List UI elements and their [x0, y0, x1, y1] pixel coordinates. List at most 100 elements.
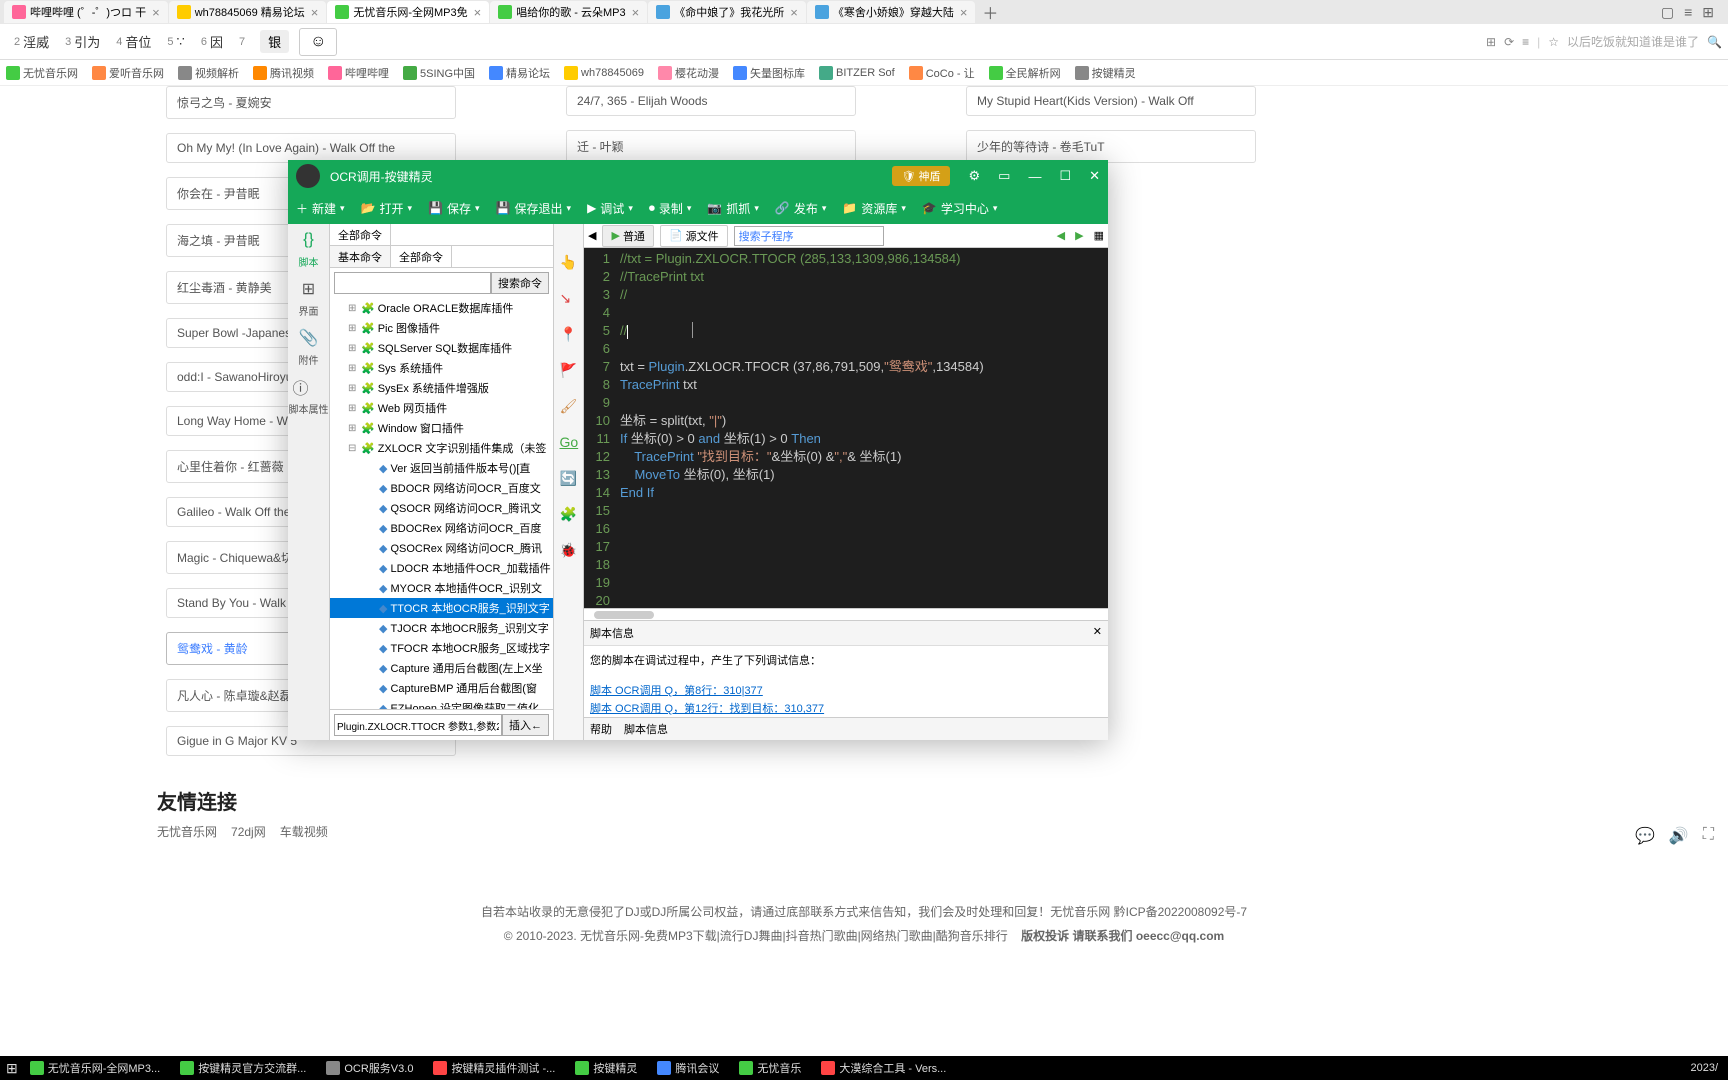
ide-menu-item[interactable]: 🎓学习中心▾ — [922, 200, 998, 217]
tree-item[interactable]: ◆EZHopen 设定图像获取二值化 — [330, 698, 553, 709]
ide-side-tab[interactable]: ⊞界面 — [297, 277, 321, 318]
search-placeholder[interactable]: 以后吃饭就知道谁是谁了 — [1567, 33, 1699, 50]
browser-tab[interactable]: wh78845069 精易论坛× — [169, 1, 327, 23]
bookmark-item[interactable]: 爱听音乐网 — [92, 65, 164, 81]
expand-icon[interactable]: ⛶ — [1703, 826, 1714, 846]
ime-candidate[interactable]: 4音位 — [108, 28, 159, 55]
friend-link[interactable]: 车载视频 — [280, 823, 328, 840]
song-item[interactable]: My Stupid Heart(Kids Version) - Walk Off — [966, 86, 1256, 116]
bookmark-item[interactable]: 腾讯视频 — [253, 65, 314, 81]
window-control-icon[interactable]: ▢ — [1661, 4, 1674, 21]
clock[interactable]: 2023/ — [1690, 1062, 1722, 1074]
cycle-icon[interactable]: 🔄 — [560, 470, 578, 488]
tree-item[interactable]: ◆TFOCR 本地OCR服务_区域找字 — [330, 638, 553, 658]
tab-basic-commands[interactable]: 基本命令 — [330, 246, 391, 267]
taskbar-item[interactable]: OCR服务V3.0 — [316, 1058, 423, 1078]
tree-item[interactable]: ◆TJOCR 本地OCR服务_识别文字 — [330, 618, 553, 638]
bookmark-item[interactable]: 按键精灵 — [1075, 65, 1136, 81]
browser-tab[interactable]: 《寒舍小娇娘》穿越大陆× — [807, 1, 976, 23]
song-item[interactable]: 少年的等待诗 - 卷毛TuT — [966, 130, 1256, 163]
avatar[interactable] — [296, 164, 320, 188]
song-item[interactable]: 惊弓之鸟 - 夏婉安 — [166, 86, 456, 119]
ime-candidate[interactable]: 5∵ — [159, 28, 192, 55]
bookmark-item[interactable]: CoCo - 让 — [909, 65, 975, 81]
menu-icon[interactable]: ≡ — [1522, 35, 1529, 49]
insert-command-input[interactable] — [334, 714, 502, 736]
friend-link[interactable]: 无忧音乐网 — [157, 823, 217, 840]
browser-tab[interactable]: 无忧音乐网-全网MP3免× — [327, 1, 489, 23]
tree-item[interactable]: ◆MYOCR 本地插件OCR_识别文 — [330, 578, 553, 598]
ide-menu-item[interactable]: 💾保存▾ — [428, 200, 480, 217]
brush-icon[interactable]: 🖌 — [560, 398, 578, 416]
shield-badge[interactable]: 🛡 神盾 — [892, 166, 951, 186]
refresh-icon[interactable]: ⟳ — [1504, 35, 1514, 49]
tree-item[interactable]: ◆Capture 通用后台截图(左上X坐 — [330, 658, 553, 678]
browser-tab[interactable]: 唱给你的歌 - 云朵MP3× — [490, 1, 647, 23]
taskbar-item[interactable]: 大漠综合工具 - Vers... — [811, 1058, 956, 1078]
debug-link[interactable]: 脚本 OCR调用 Q，第8行：310|377 — [590, 682, 1102, 698]
tab-close-icon[interactable]: × — [311, 5, 319, 20]
nav-prev-icon[interactable]: ◀ — [1057, 229, 1065, 242]
puzzle-icon[interactable]: 🧩 — [560, 506, 578, 524]
bookmark-item[interactable]: 矢量图标库 — [733, 65, 805, 81]
tree-item[interactable]: ◆CaptureBMP 通用后台截图(窗 — [330, 678, 553, 698]
bookmark-item[interactable]: 视频解析 — [178, 65, 239, 81]
tree-item[interactable]: ⊞🧩SQLServer SQL数据库插件 — [330, 338, 553, 358]
flag-icon[interactable]: 🚩 — [560, 362, 578, 380]
menu-icon[interactable]: ≡ — [1684, 4, 1692, 21]
taskbar-item[interactable]: 无忧音乐网-全网MP3... — [20, 1058, 170, 1078]
ime-candidate[interactable]: 7 — [231, 28, 256, 55]
tree-item[interactable]: ⊞🧩Pic 图像插件 — [330, 318, 553, 338]
tab-close-icon[interactable]: × — [960, 5, 968, 20]
search-icon[interactable]: 🔍 — [1707, 35, 1722, 49]
emoji-button[interactable]: ☺ — [299, 28, 337, 56]
minimize-button[interactable]: — — [1028, 169, 1041, 184]
ide-side-tab[interactable]: 📎附件 — [297, 326, 321, 367]
tree-item[interactable]: ◆LDOCR 本地插件OCR_加载插件 — [330, 558, 553, 578]
tab-normal[interactable]: ▶普通 — [602, 225, 653, 247]
maximize-button[interactable]: ☐ — [1059, 168, 1071, 184]
tab-close-icon[interactable]: × — [152, 5, 160, 20]
new-tab-button[interactable]: ＋ — [976, 0, 1004, 24]
chat-icon[interactable]: 💬 — [1635, 826, 1655, 846]
tab-help[interactable]: 帮助 — [590, 721, 612, 737]
tab-script-info[interactable]: 脚本信息 — [624, 721, 668, 737]
browser-tab[interactable]: 哔哩哔哩 (゜-゜)つロ 干× — [4, 1, 168, 23]
tree-item[interactable]: ◆TTOCR 本地OCR服务_识别文字 — [330, 598, 553, 618]
close-panel-icon[interactable]: ✕ — [1093, 625, 1102, 641]
pin-icon[interactable]: 📍 — [560, 326, 578, 344]
bookmark-item[interactable]: 全民解析网 — [989, 65, 1061, 81]
tree-item[interactable]: ⊞🧩Window 窗口插件 — [330, 418, 553, 438]
taskbar-item[interactable]: 无忧音乐 — [729, 1058, 811, 1078]
minimize-icon[interactable]: ▭ — [998, 168, 1010, 184]
tree-item[interactable]: ⊞🧩Sys 系统插件 — [330, 358, 553, 378]
bookmark-icon[interactable]: ☆ — [1548, 35, 1559, 49]
ide-menu-item[interactable]: 📂打开▾ — [361, 200, 413, 217]
ide-menu-item[interactable]: 📁资源库▾ — [842, 200, 906, 217]
tab-all-commands[interactable]: 全部命令 — [330, 224, 391, 245]
tree-item[interactable]: ◆QSOCRex 网络访问OCR_腾讯 — [330, 538, 553, 558]
code-editor[interactable]: 1234567891011121314151617181920 //txt = … — [584, 248, 1108, 608]
nav-icon[interactable]: ⊞ — [1486, 35, 1496, 49]
tree-item[interactable]: ⊞🧩SysEx 系统插件增强版 — [330, 378, 553, 398]
tree-item[interactable]: ⊟🧩ZXLOCR 文字识别插件集成（未签 — [330, 438, 553, 458]
nav-next-icon[interactable]: ▶ — [1075, 229, 1083, 242]
debug-link[interactable]: 脚本 OCR调用 Q，第12行：找到目标：310,377 — [590, 700, 1102, 716]
taskbar-item[interactable]: 按键精灵插件测试 -... — [423, 1058, 565, 1078]
prev-icon[interactable]: ◀ — [588, 229, 596, 242]
ime-candidate[interactable]: 3引为 — [57, 28, 108, 55]
tab-close-icon[interactable]: × — [474, 5, 482, 20]
tree-item[interactable]: ⊞🧩Web 网页插件 — [330, 398, 553, 418]
audio-icon[interactable]: 🔊 — [1669, 826, 1689, 846]
tree-item[interactable]: ◆Ver 返回当前插件版本号()[直 — [330, 458, 553, 478]
bookmark-item[interactable]: 5SING中国 — [403, 65, 475, 81]
ide-menu-item[interactable]: ▶调试▾ — [587, 200, 633, 217]
tree-item[interactable]: ⊞🧩Oracle ORACLE数据库插件 — [330, 298, 553, 318]
song-item[interactable]: 24/7, 365 - Elijah Woods — [566, 86, 856, 116]
ide-titlebar[interactable]: OCR调用-按键精灵 🛡 神盾 ⚙ ▭ — ☐ ✕ — [288, 160, 1108, 192]
settings-icon[interactable]: ⚙ — [968, 168, 980, 184]
ime-candidate[interactable]: 银 — [260, 30, 289, 53]
ime-candidate[interactable]: 6因 — [193, 28, 231, 55]
start-button[interactable]: ⊞ — [6, 1060, 18, 1077]
horizontal-scrollbar[interactable] — [584, 608, 1108, 620]
